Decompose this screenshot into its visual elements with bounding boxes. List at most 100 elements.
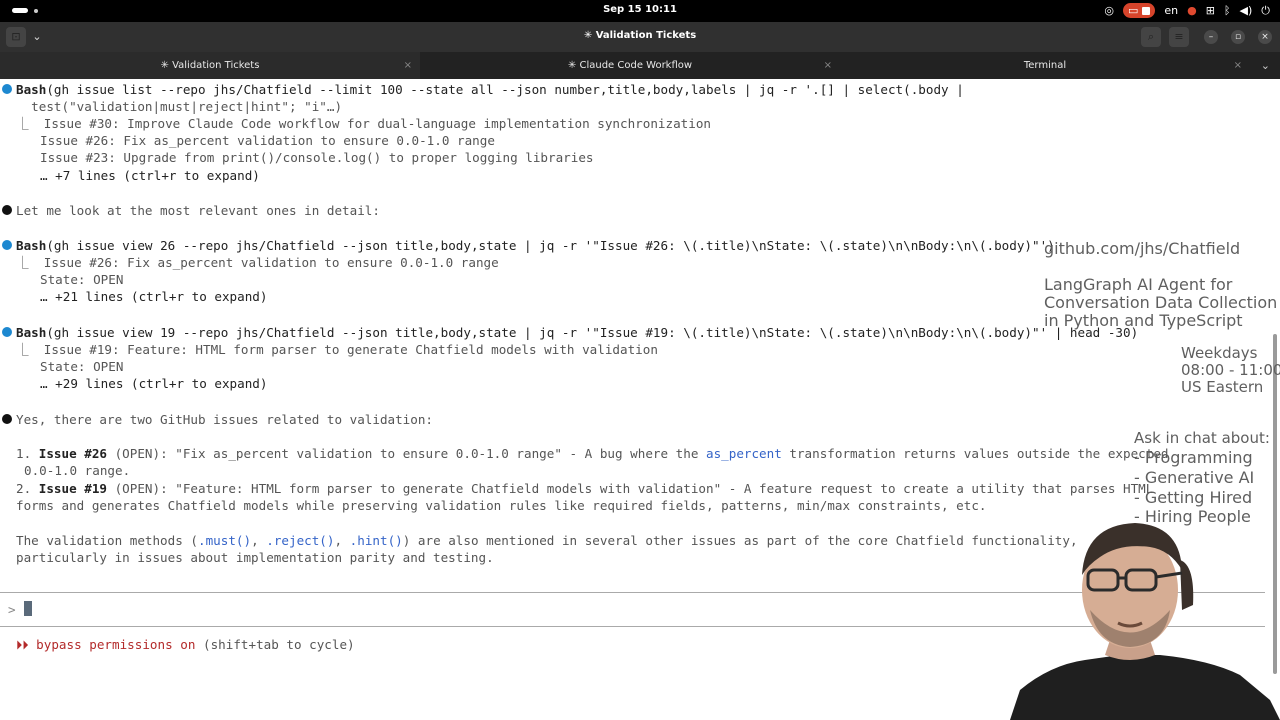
expand-hint[interactable]: … +21 lines (ctrl+r to expand) [40, 288, 267, 305]
tool-output-line: ⎿ Issue #26: Fix as_percent validation t… [16, 254, 499, 271]
summary-line: The validation methods (.must(), .reject… [16, 532, 1078, 549]
power-icon[interactable]: ⏻ [1261, 3, 1270, 18]
list-number: 1. [16, 446, 39, 461]
overlay-topic: - Programming [1134, 448, 1253, 467]
tool-command: (gh issue list --repo jhs/Chatfield --li… [46, 82, 964, 97]
overlay-repo: github.com/jhs/Chatfield [1044, 239, 1241, 258]
list-item-cont: 0.0-1.0 range. [24, 463, 131, 478]
maximize-icon[interactable]: ▫ [1231, 30, 1245, 44]
bluetooth-icon[interactable]: ᛒ [1224, 3, 1231, 18]
tool-call-line: Bash(gh issue view 19 --repo jhs/Chatfie… [16, 324, 1138, 341]
tool-status-dot-icon [2, 84, 12, 94]
system-top-bar: Sep 15 10:11 ◎ ▭ en ● ⊞ ᛒ ◀) ⏻ [0, 0, 1280, 22]
overlay-description: in Python and TypeScript [1044, 311, 1243, 330]
tool-command-cont: test("validation|must|reject|hint"; "i"…… [16, 99, 343, 114]
screen-recording-indicator[interactable]: ▭ [1122, 3, 1156, 18]
expand-hint[interactable]: … +29 lines (ctrl+r to expand) [40, 375, 267, 392]
status-line[interactable]: ⏵⏵ bypass permissions on (shift+tab to c… [16, 636, 355, 653]
tree-branch-icon: ⎿ [16, 342, 44, 357]
volume-icon[interactable]: ◀) [1240, 3, 1253, 18]
prompt-symbol: > [8, 602, 16, 617]
message-dot-icon [2, 205, 12, 215]
overlay-topic: - Getting Hired [1134, 488, 1253, 507]
close-tab-icon[interactable]: × [824, 52, 832, 79]
inline-code: .reject() [266, 533, 335, 548]
tab-validation-tickets[interactable]: ✳ Validation Tickets × [0, 52, 420, 79]
tool-call-line: Bash(gh issue view 26 --repo jhs/Chatfie… [16, 237, 1055, 254]
item-text: transformation returns values outside th… [781, 446, 1169, 461]
inline-code: .hint() [349, 533, 403, 548]
tab-terminal[interactable]: Terminal × [840, 52, 1250, 79]
system-tray: ◎ ▭ en ● ⊞ ᛒ ◀) ⏻ [1104, 3, 1270, 18]
overlay-description: Conversation Data Collection [1044, 293, 1278, 312]
overlay-schedule: Weekdays [1181, 344, 1258, 362]
expand-hint[interactable]: … +7 lines (ctrl+r to expand) [40, 167, 260, 184]
tool-output-line: ⎿ Issue #19: Feature: HTML form parser t… [16, 341, 658, 358]
output-text: Issue #19: Feature: HTML form parser to … [43, 342, 658, 357]
summary-line-cont: particularly in issues about implementat… [16, 550, 494, 565]
tool-output-line: Issue #23: Upgrade from print()/console.… [40, 150, 594, 165]
minimize-icon[interactable]: – [1204, 30, 1218, 44]
list-item: 1. Issue #26 (OPEN): "Fix as_percent val… [16, 445, 1169, 462]
inline-code: .must() [197, 533, 252, 548]
tab-list-icon[interactable]: ⌄ [1261, 52, 1270, 79]
close-tab-icon[interactable]: × [404, 52, 412, 79]
summary-text: , [334, 533, 350, 548]
language-indicator[interactable]: en [1164, 3, 1178, 18]
menu-icon[interactable]: ≡ [1169, 27, 1189, 47]
tab-label: Terminal [1023, 60, 1067, 71]
inline-code: as_percent [705, 446, 782, 461]
tool-name: Bash [16, 238, 47, 253]
tree-branch-icon: ⎿ [16, 116, 44, 131]
status-hint: (shift+tab to cycle) [195, 637, 355, 652]
assistant-message: Yes, there are two GitHub issues related… [16, 412, 434, 427]
output-text: Issue #26: Fix as_percent validation to … [43, 255, 499, 270]
overlay-ask-heading: Ask in chat about: [1134, 429, 1270, 447]
tab-bar: ✳ Validation Tickets × ✳ Claude Code Wor… [0, 52, 1280, 79]
close-icon[interactable]: × [1258, 30, 1272, 44]
tab-label: ✳ Claude Code Workflow [567, 60, 693, 71]
close-tab-icon[interactable]: × [1234, 52, 1242, 79]
status-text: bypass permissions on [28, 637, 196, 652]
summary-text: , [251, 533, 267, 548]
overlay-schedule: 08:00 - 11:00 [1181, 361, 1280, 379]
window-titlebar: ⊡ ⌄ ✳ Validation Tickets ⌕ ≡ – ▫ × [0, 22, 1280, 52]
clock[interactable]: Sep 15 10:11 [0, 4, 1280, 15]
output-text: Issue #30: Improve Claude Code workflow … [43, 116, 711, 131]
overlay-topic: - Generative AI [1134, 468, 1255, 487]
list-item-cont: forms and generates Chatfield models whi… [16, 498, 987, 513]
tool-name: Bash [16, 82, 47, 97]
microphone-icon[interactable]: ● [1187, 3, 1197, 18]
summary-text: The validation methods ( [16, 533, 198, 548]
input-cursor[interactable] [24, 601, 32, 616]
tool-name: Bash [16, 325, 47, 340]
tab-claude-code-workflow[interactable]: ✳ Claude Code Workflow × [420, 52, 840, 79]
tab-label: ✳ Validation Tickets [160, 60, 260, 71]
window-title: ✳ Validation Tickets [583, 30, 697, 41]
tree-branch-icon: ⎿ [16, 255, 44, 270]
item-text: (OPEN): "Feature: HTML form parser to ge… [107, 481, 1154, 496]
fast-forward-icon: ⏵⏵ [16, 637, 29, 652]
chrome-icon[interactable]: ◎ [1104, 3, 1114, 18]
list-number: 2. [16, 481, 39, 496]
tool-status-dot-icon [2, 240, 12, 250]
search-icon[interactable]: ⌕ [1141, 27, 1161, 47]
overlay-schedule: US Eastern [1181, 378, 1264, 396]
network-icon[interactable]: ⊞ [1206, 3, 1215, 18]
issue-ref: Issue #26 [38, 446, 107, 461]
list-item: 2. Issue #19 (OPEN): "Feature: HTML form… [16, 480, 1153, 497]
tool-output-line: State: OPEN [40, 359, 124, 374]
tool-command: (gh issue view 26 --repo jhs/Chatfield -… [46, 238, 1055, 253]
tool-call-line: Bash(gh issue list --repo jhs/Chatfield … [16, 81, 964, 98]
tool-status-dot-icon [2, 327, 12, 337]
tool-command: (gh issue view 19 --repo jhs/Chatfield -… [46, 325, 1139, 340]
overlay-description: LangGraph AI Agent for [1044, 275, 1233, 294]
summary-text: ) are also mentioned in several other is… [402, 533, 1078, 548]
assistant-message: Let me look at the most relevant ones in… [16, 203, 380, 218]
message-dot-icon [2, 414, 12, 424]
item-text: (OPEN): "Fix as_percent validation to en… [107, 446, 706, 461]
tool-output-line: State: OPEN [40, 272, 124, 287]
webcam-presenter-image [1010, 523, 1280, 720]
tool-output-line: ⎿ Issue #30: Improve Claude Code workflo… [16, 115, 711, 132]
issue-ref: Issue #19 [38, 481, 107, 496]
